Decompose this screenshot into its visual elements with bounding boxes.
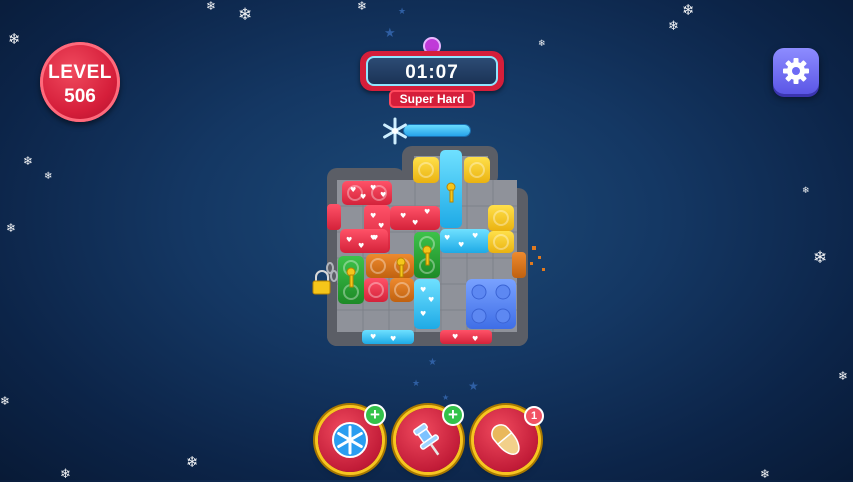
svg-text:♥: ♥	[452, 333, 458, 341]
svg-text:♥: ♥	[358, 242, 364, 250]
svg-text:♥: ♥	[420, 310, 426, 318]
svg-text:♥: ♥	[360, 193, 366, 201]
yellow-block[interactable]	[488, 205, 514, 231]
slipper-count-badge: 1	[524, 406, 544, 426]
svg-text:♥: ♥	[400, 212, 406, 220]
svg-text:♥: ♥	[424, 208, 430, 216]
svg-text:♥: ♥	[380, 191, 386, 199]
cyan-block[interactable]	[414, 279, 440, 329]
svg-text:♥: ♥	[458, 241, 464, 249]
svg-text:♥: ♥	[378, 222, 384, 230]
snowflake-icon	[332, 422, 368, 458]
svg-text:♥: ♥	[370, 333, 376, 341]
svg-text:♥: ♥	[346, 236, 352, 244]
svg-text:♥: ♥	[444, 234, 450, 242]
particle-decor	[530, 246, 545, 271]
orange-block[interactable]	[512, 252, 526, 278]
pushpin-icon	[413, 422, 440, 456]
svg-text:♥: ♥	[420, 286, 426, 294]
svg-text:♥: ♥	[412, 219, 418, 227]
svg-text:♥: ♥	[390, 335, 396, 343]
orange-block[interactable]	[366, 254, 414, 278]
slipper-icon	[491, 424, 520, 455]
yellow-block[interactable]	[413, 157, 439, 183]
svg-text:♥: ♥	[472, 232, 478, 240]
svg-text:♥: ♥	[370, 184, 376, 192]
orange-block[interactable]	[390, 278, 414, 302]
red-block[interactable]	[327, 204, 341, 230]
svg-text:♥: ♥	[472, 335, 478, 343]
svg-text:♥: ♥	[372, 234, 378, 242]
svg-text:♥: ♥	[370, 212, 376, 220]
freeze-add-badge[interactable]: +	[364, 404, 386, 426]
yellow-block[interactable]	[464, 157, 490, 183]
red-block[interactable]	[364, 278, 388, 302]
red-block[interactable]	[440, 330, 492, 344]
blue-block[interactable]	[466, 279, 516, 329]
svg-text:♥: ♥	[350, 186, 356, 194]
pin-add-badge[interactable]: +	[442, 404, 464, 426]
padlock-icon	[312, 270, 331, 295]
svg-text:♥: ♥	[428, 296, 434, 304]
